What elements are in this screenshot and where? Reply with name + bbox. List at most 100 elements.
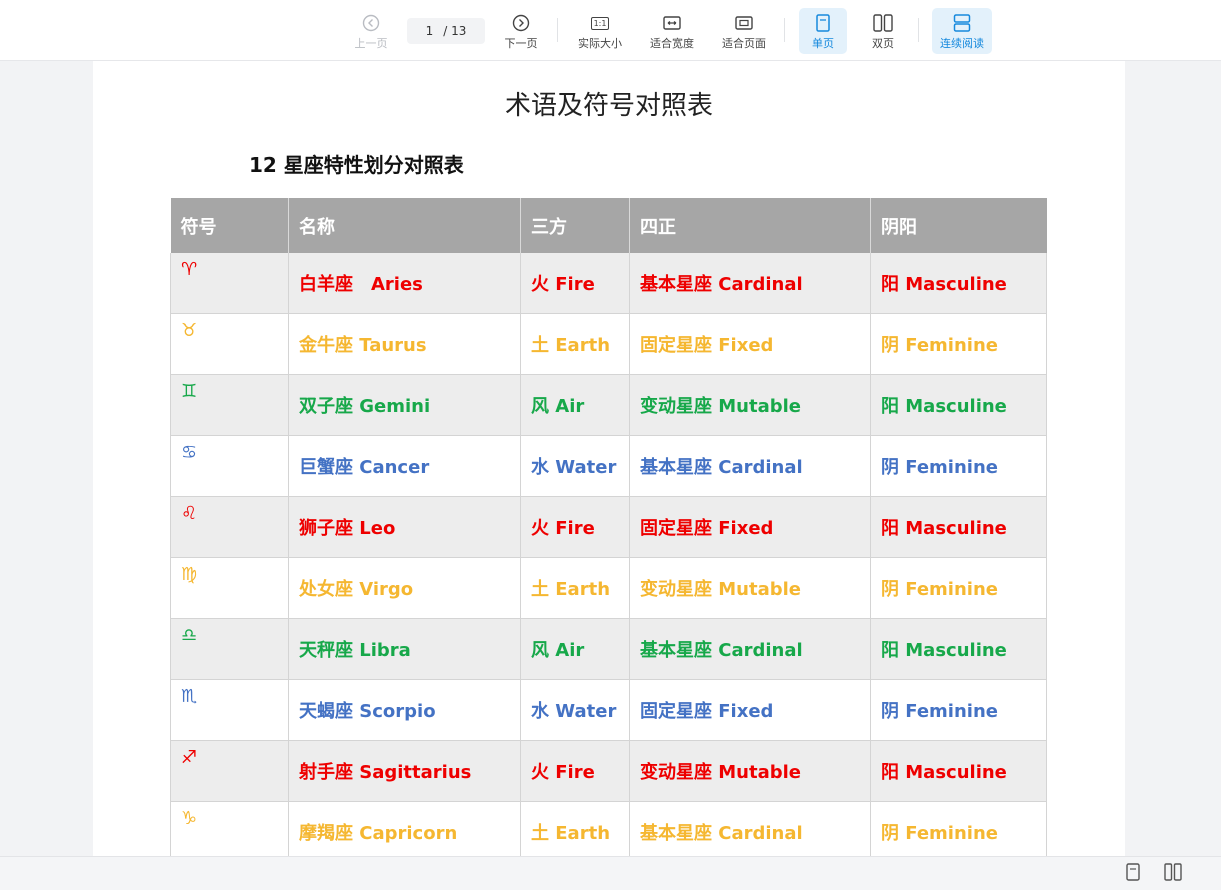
- polarity-cell: 阴 Feminine: [870, 313, 1047, 375]
- table-row: ♌ 狮子座 Leo 火 Fire 固定星座 Fixed 阳 Masculine: [170, 496, 1047, 558]
- zodiac-symbol-icon: ♈: [170, 253, 289, 314]
- sign-name-cell: 天秤座 Libra: [288, 618, 521, 680]
- table-row: ♐ 射手座 Sagittarius 火 Fire 变动星座 Mutable 阳 Masc…: [170, 740, 1047, 802]
- actual-size-button[interactable]: 1:1 实际大小: [572, 8, 628, 54]
- sign-name-cell: 金牛座 Taurus: [288, 313, 521, 375]
- table-row: ♈ 白羊座 Aries 火 Fire 基本星座 Cardinal 阳 Masculine: [170, 253, 1047, 314]
- continuous-reading-button[interactable]: 连续阅读: [932, 8, 992, 54]
- quadruplicity-cell: 固定星座 Fixed: [629, 313, 871, 375]
- quadruplicity-cell: 基本星座 Cardinal: [629, 618, 871, 680]
- fit-page-icon: [735, 14, 753, 32]
- table-row: ♑ 摩羯座 Capricorn 土 Earth 基本星座 Cardinal 阴 Femi…: [170, 801, 1047, 856]
- sign-name-cell: 射手座 Sagittarius: [288, 740, 521, 802]
- triplicity-cell: 风 Air: [520, 618, 630, 680]
- polarity-cell: 阳 Masculine: [870, 374, 1047, 436]
- polarity-cell: 阴 Feminine: [870, 557, 1047, 619]
- polarity-cell: 阴 Feminine: [870, 435, 1047, 497]
- polarity-cell: 阳 Masculine: [870, 496, 1047, 558]
- zodiac-symbol-icon: ♐: [170, 740, 289, 802]
- fit-page-label: 适合页面: [722, 37, 766, 50]
- continuous-reading-label: 连续阅读: [940, 37, 984, 50]
- table-row: ♉ 金牛座 Taurus 土 Earth 固定星座 Fixed 阴 Feminine: [170, 313, 1047, 375]
- next-page-label: 下一页: [504, 37, 538, 50]
- polarity-cell: 阳 Masculine: [870, 618, 1047, 680]
- single-page-icon: [816, 14, 830, 32]
- triplicity-cell: 土 Earth: [520, 557, 630, 619]
- sign-name-cell: 天蝎座 Scorpio: [288, 679, 521, 741]
- single-page-view-icon[interactable]: [1126, 863, 1140, 885]
- toolbar-divider: [557, 18, 558, 42]
- double-page-icon: [873, 14, 893, 32]
- triplicity-cell: 火 Fire: [520, 740, 630, 802]
- single-page-button[interactable]: 单页: [799, 8, 847, 54]
- quadruplicity-cell: 变动星座 Mutable: [629, 740, 871, 802]
- total-pages: / 13: [443, 24, 467, 38]
- zodiac-table: 符号 名称 三方 四正 阴阳 ♈ 白羊座 Aries 火 Fire 基本星座 Card…: [170, 198, 1047, 856]
- page-title: 术语及符号对照表: [504, 91, 713, 121]
- toolbar-divider: [918, 18, 919, 42]
- header-triplicity: 三方: [520, 198, 630, 253]
- prev-page-label: 上一页: [354, 37, 388, 50]
- page-number-input[interactable]: 1 / 13: [407, 18, 485, 44]
- header-name: 名称: [288, 198, 521, 253]
- single-page-label: 单页: [812, 37, 834, 50]
- actual-size-icon: 1:1: [590, 14, 610, 32]
- triplicity-cell: 风 Air: [520, 374, 630, 436]
- polarity-cell: 阴 Feminine: [870, 679, 1047, 741]
- sign-name-cell: 处女座 Virgo: [288, 557, 521, 619]
- zodiac-symbol-icon: ♑: [170, 801, 289, 856]
- document-page: 术语及符号对照表 12 星座特性划分对照表 符号 名称 三方 四正 阴阳 ♈ 白羊…: [93, 61, 1125, 856]
- sign-name-cell: 摩羯座 Capricorn: [288, 801, 521, 856]
- continuous-scroll-icon: [953, 14, 971, 32]
- sign-name-cell: 白羊座 Aries: [288, 253, 521, 314]
- next-page-button[interactable]: 下一页: [498, 8, 544, 54]
- prev-page-button[interactable]: 上一页: [348, 8, 394, 54]
- quadruplicity-cell: 基本星座 Cardinal: [629, 801, 871, 856]
- triplicity-cell: 火 Fire: [520, 253, 630, 314]
- fit-width-icon: [663, 14, 681, 32]
- double-page-label: 双页: [872, 37, 894, 50]
- table-row: ♏ 天蝎座 Scorpio 水 Water 固定星座 Fixed 阴 Feminine: [170, 679, 1047, 741]
- sign-name-cell: 巨蟹座 Cancer: [288, 435, 521, 497]
- polarity-cell: 阴 Feminine: [870, 801, 1047, 856]
- zodiac-symbol-icon: ♍: [170, 557, 289, 619]
- fit-width-button[interactable]: 适合宽度: [644, 8, 700, 54]
- table-row: ♊ 双子座 Gemini 风 Air 变动星座 Mutable 阳 Masculine: [170, 374, 1047, 436]
- triplicity-cell: 土 Earth: [520, 313, 630, 375]
- polarity-cell: 阳 Masculine: [870, 253, 1047, 314]
- zodiac-symbol-icon: ♋: [170, 435, 289, 497]
- actual-size-label: 实际大小: [578, 37, 622, 50]
- viewer-toolbar: 上一页 1 / 13 下一页 1:1 实际大小 适合宽度 适合页面 单页 双页 …: [0, 0, 1221, 61]
- fit-width-label: 适合宽度: [650, 37, 694, 50]
- chevron-right-circle-icon: [512, 14, 530, 32]
- polarity-cell: 阳 Masculine: [870, 740, 1047, 802]
- triplicity-cell: 水 Water: [520, 435, 630, 497]
- triplicity-cell: 土 Earth: [520, 801, 630, 856]
- double-page-button[interactable]: 双页: [859, 8, 907, 54]
- triplicity-cell: 火 Fire: [520, 496, 630, 558]
- table-row: ♍ 处女座 Virgo 土 Earth 变动星座 Mutable 阴 Feminine: [170, 557, 1047, 619]
- sign-name-cell: 双子座 Gemini: [288, 374, 521, 436]
- table-row: ♋ 巨蟹座 Cancer 水 Water 基本星座 Cardinal 阴 Feminin…: [170, 435, 1047, 497]
- fit-page-button[interactable]: 适合页面: [716, 8, 772, 54]
- status-bar: [0, 856, 1221, 890]
- double-page-view-icon[interactable]: [1164, 863, 1182, 885]
- zodiac-symbol-icon: ♏: [170, 679, 289, 741]
- quadruplicity-cell: 固定星座 Fixed: [629, 496, 871, 558]
- triplicity-cell: 水 Water: [520, 679, 630, 741]
- quadruplicity-cell: 基本星座 Cardinal: [629, 253, 871, 314]
- zodiac-symbol-icon: ♉: [170, 313, 289, 375]
- toolbar-divider: [784, 18, 785, 42]
- current-page: 1: [425, 24, 434, 38]
- header-polarity: 阴阳: [870, 198, 1047, 253]
- table-row: ♎ 天秤座 Libra 风 Air 基本星座 Cardinal 阳 Masculine: [170, 618, 1047, 680]
- quadruplicity-cell: 变动星座 Mutable: [629, 374, 871, 436]
- quadruplicity-cell: 基本星座 Cardinal: [629, 435, 871, 497]
- quadruplicity-cell: 固定星座 Fixed: [629, 679, 871, 741]
- zodiac-symbol-icon: ♎: [170, 618, 289, 680]
- sign-name-cell: 狮子座 Leo: [288, 496, 521, 558]
- zodiac-symbol-icon: ♌: [170, 496, 289, 558]
- zodiac-symbol-icon: ♊: [170, 374, 289, 436]
- header-symbol: 符号: [170, 198, 289, 253]
- table-title: 12 星座特性划分对照表: [249, 153, 464, 177]
